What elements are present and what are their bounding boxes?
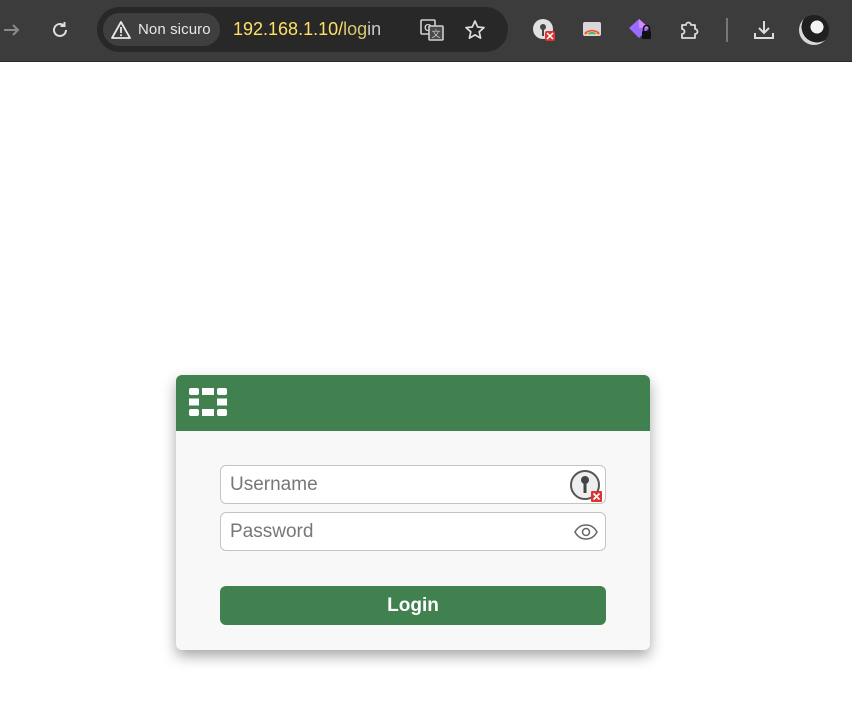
translate-icon[interactable]: G文 <box>417 15 447 45</box>
login-button[interactable]: Login <box>220 586 606 625</box>
address-bar[interactable]: Non sicuro 192.168.1.10/login G文 <box>97 7 508 52</box>
login-header <box>176 375 650 431</box>
privacy-extension-icon[interactable] <box>625 14 657 46</box>
url-text[interactable]: 192.168.1.10/login <box>233 19 381 40</box>
login-panel: Login <box>176 375 650 650</box>
forward-arrow-icon[interactable] <box>0 14 28 46</box>
fortinet-logo <box>189 388 227 421</box>
download-icon[interactable] <box>748 14 780 46</box>
password-manager-extension-icon[interactable] <box>528 14 560 46</box>
show-password-eye-icon[interactable] <box>569 515 603 549</box>
cast-extension-icon[interactable] <box>576 14 608 46</box>
username-input[interactable] <box>230 466 560 503</box>
password-input[interactable] <box>230 513 560 550</box>
reload-icon[interactable] <box>44 14 76 46</box>
username-field[interactable] <box>220 465 606 504</box>
bookmark-star-icon[interactable] <box>460 15 490 45</box>
profile-avatar[interactable] <box>799 15 829 45</box>
extensions-puzzle-icon[interactable] <box>674 14 706 46</box>
url-path-highlight: log <box>343 19 368 39</box>
browser-toolbar: Non sicuro 192.168.1.10/login G文 <box>0 0 852 62</box>
security-chip[interactable]: Non sicuro <box>103 13 220 46</box>
password-field[interactable] <box>220 512 606 551</box>
warning-triangle-icon <box>111 20 131 39</box>
toolbar-divider <box>726 18 728 42</box>
security-chip-label: Non sicuro <box>138 21 211 38</box>
url-host: 192.168.1.10/ <box>233 19 344 39</box>
password-manager-autofill-icon[interactable] <box>569 468 603 502</box>
svg-text:文: 文 <box>431 28 440 39</box>
url-path-rest: in <box>367 19 382 39</box>
